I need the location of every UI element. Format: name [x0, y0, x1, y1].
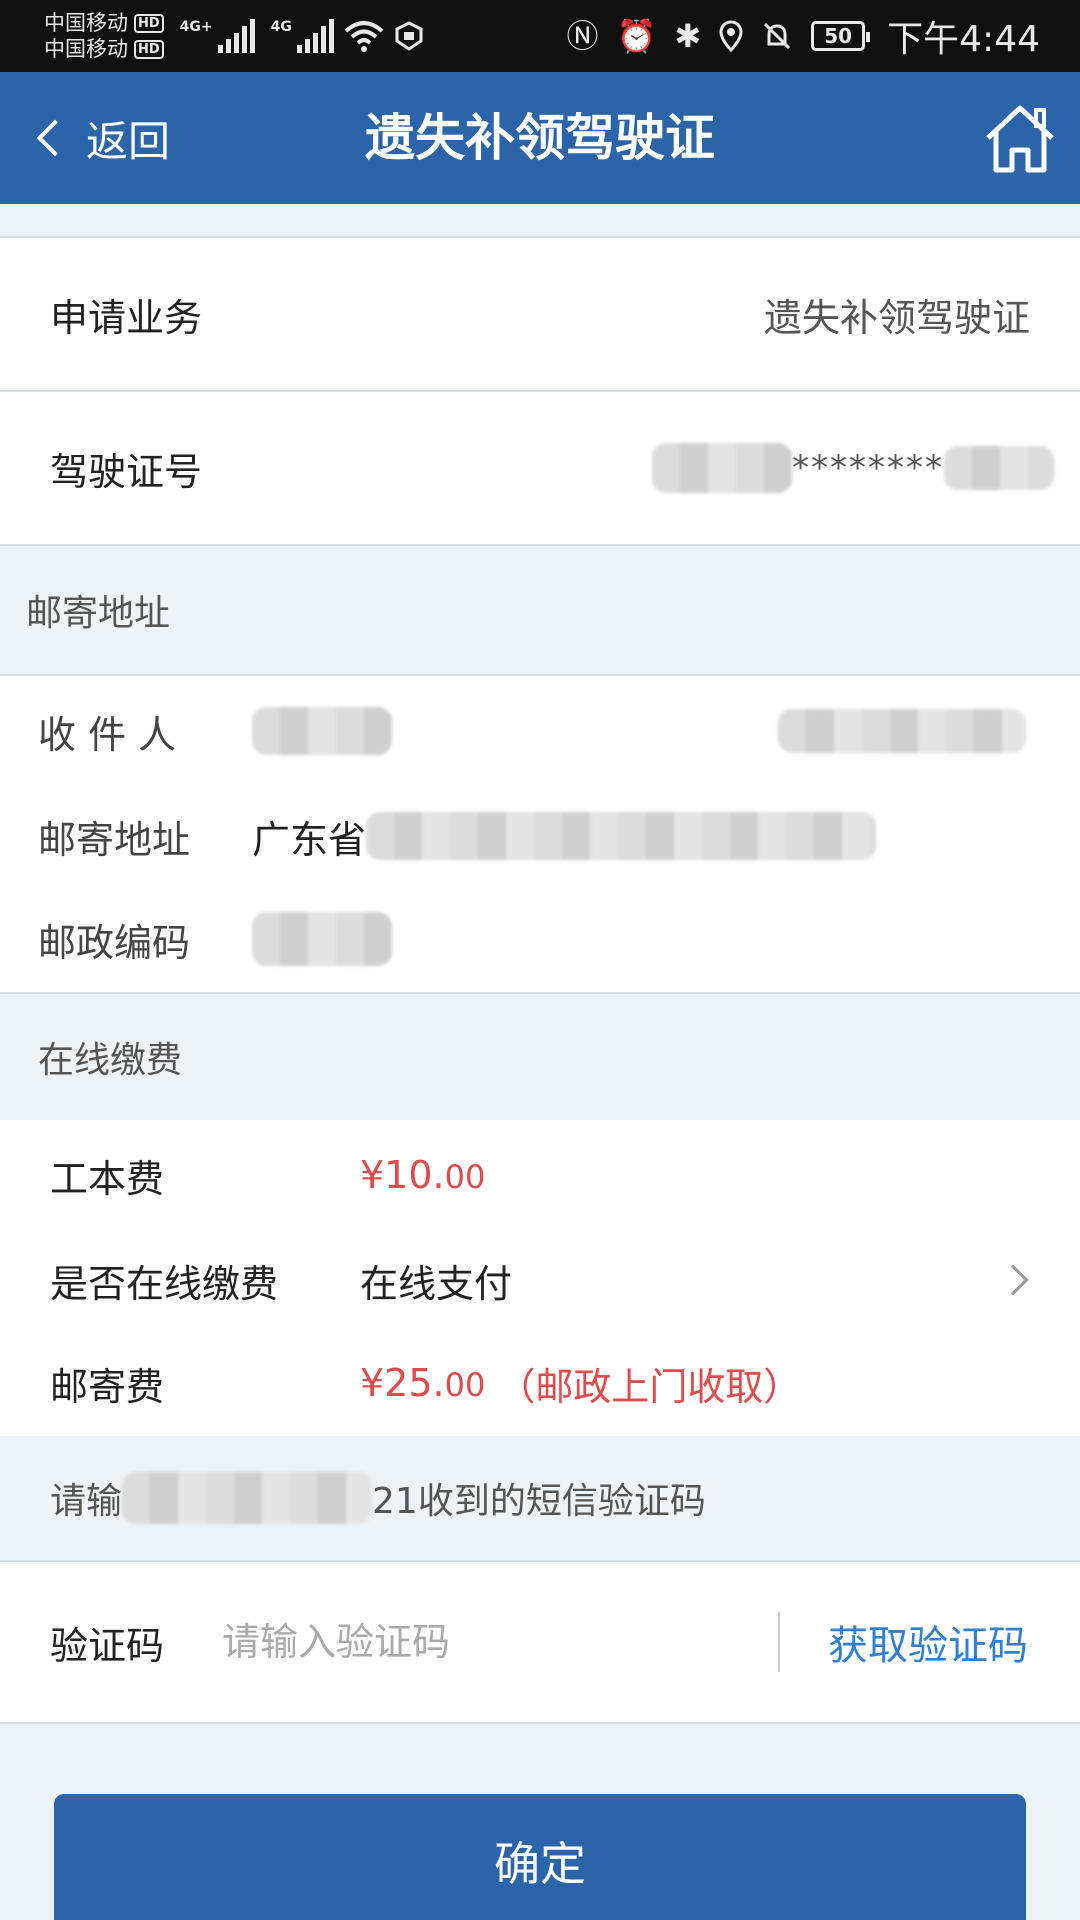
redacted-block	[944, 446, 1054, 490]
location-icon	[719, 20, 743, 52]
license-row: 驾驶证号 ********	[0, 392, 1080, 544]
online-value: 在线支付	[360, 1261, 513, 1306]
mute-bell-icon	[764, 22, 791, 50]
verification-row: 验证码 获取验证码	[0, 1562, 1080, 1722]
business-row: 申请业务 遗失补领驾驶证	[0, 238, 1080, 390]
redacted-block	[652, 443, 792, 493]
redacted-postcode	[252, 912, 392, 966]
postage-main: ¥25.	[360, 1361, 445, 1405]
wifi-icon	[344, 21, 384, 52]
chevron-right-icon	[997, 1264, 1029, 1296]
fee-label: 工本费	[50, 1156, 165, 1201]
redacted-phone-number	[122, 1472, 373, 1524]
clock: 下午4:44	[887, 19, 1040, 60]
battery-icon: 50	[811, 21, 871, 51]
mail-block: 收 件 人 邮寄地址 广东省 邮政编码	[0, 676, 1080, 992]
postage-amount: ¥25.00	[360, 1361, 485, 1405]
bluetooth-icon: ✱	[674, 17, 702, 55]
redacted-recipient	[252, 707, 392, 755]
postage-row: 邮寄费 ¥25.00 （邮政上门收取）	[0, 1330, 1080, 1436]
chevron-left-icon	[36, 119, 74, 157]
mail-section-header: 邮寄地址	[0, 546, 1080, 674]
online-label: 是否在线缴费	[50, 1261, 279, 1306]
address-label: 邮寄地址	[38, 817, 191, 862]
hd-badge: HD	[134, 13, 164, 33]
recipient-row: 收 件 人	[0, 676, 1080, 786]
address-prefix: 广东省	[252, 817, 367, 862]
postage-label: 邮寄费	[50, 1364, 165, 1409]
title-bar: 返回 遗失补领驾驶证	[0, 72, 1080, 204]
fee-cents: 00	[444, 1158, 486, 1196]
alarm-icon: ⏰	[616, 17, 657, 55]
carrier-1: 中国移动	[44, 11, 128, 35]
back-button[interactable]: 返回	[30, 72, 170, 204]
carrier-info: 中国移动 HD 中国移动 HD	[44, 10, 164, 62]
status-bar: 中国移动 HD 中国移动 HD 4G+ 4G Ⓝ ⏰ ✱ 50 下午4:44	[0, 0, 1080, 72]
address-row: 邮寄地址 广东省	[0, 786, 1080, 886]
separator	[778, 1612, 780, 1672]
fee-amount: ¥10.00	[360, 1153, 485, 1197]
payment-section-header: 在线缴费	[0, 994, 1080, 1120]
business-label: 申请业务	[50, 295, 203, 340]
payment-section-title: 在线缴费	[38, 1040, 183, 1081]
license-label: 驾驶证号	[50, 449, 203, 494]
sms-hint-suffix: 21收到的短信验证码	[372, 1481, 706, 1522]
divider	[0, 1722, 1080, 1724]
postage-note: （邮政上门收取）	[497, 1364, 802, 1409]
nfc-icon: Ⓝ	[566, 17, 599, 55]
verification-code-input[interactable]	[222, 1620, 742, 1664]
signal-icon: 4G+	[180, 19, 255, 53]
sms-hint: 请输 21收到的短信验证码	[0, 1436, 1080, 1560]
confirm-button[interactable]: 确定	[54, 1794, 1026, 1920]
online-payment-row[interactable]: 是否在线缴费 在线支付	[0, 1230, 1080, 1330]
carrier-2: 中国移动	[44, 37, 128, 61]
license-masked-digits: ********	[792, 448, 944, 488]
status-right: Ⓝ ⏰ ✱ 50 下午4:44	[566, 10, 1040, 62]
network-type-1: 4G+	[179, 19, 213, 35]
network-type-2: 4G	[270, 19, 292, 35]
signal-icon-2: 4G	[271, 19, 334, 53]
postcode-label: 邮政编码	[38, 920, 191, 965]
get-code-button[interactable]: 获取验证码	[828, 1613, 1028, 1671]
recipient-label: 收 件 人	[38, 712, 177, 757]
home-icon[interactable]	[982, 100, 1058, 176]
business-value: 遗失补领驾驶证	[763, 295, 1030, 340]
status-left: 中国移动 HD 中国移动 HD 4G+ 4G	[44, 10, 424, 62]
sms-hint-prefix: 请输	[50, 1481, 123, 1522]
hd-badge-2: HD	[134, 39, 164, 59]
postcode-row: 邮政编码	[0, 886, 1080, 992]
redacted-phone	[778, 709, 1026, 753]
license-value: ********	[652, 443, 1054, 493]
back-label: 返回	[86, 116, 171, 166]
fee-row: 工本费 ¥10.00	[0, 1120, 1080, 1230]
payment-block: 工本费 ¥10.00 是否在线缴费 在线支付 邮寄费 ¥25.00 （邮政上门收…	[0, 1120, 1080, 1436]
postage-cents: 00	[444, 1366, 486, 1404]
fee-main: ¥10.	[360, 1153, 445, 1197]
redacted-address	[366, 812, 877, 860]
mail-section-title: 邮寄地址	[26, 593, 171, 634]
code-label: 验证码	[50, 1623, 165, 1668]
shield-icon	[395, 21, 423, 51]
